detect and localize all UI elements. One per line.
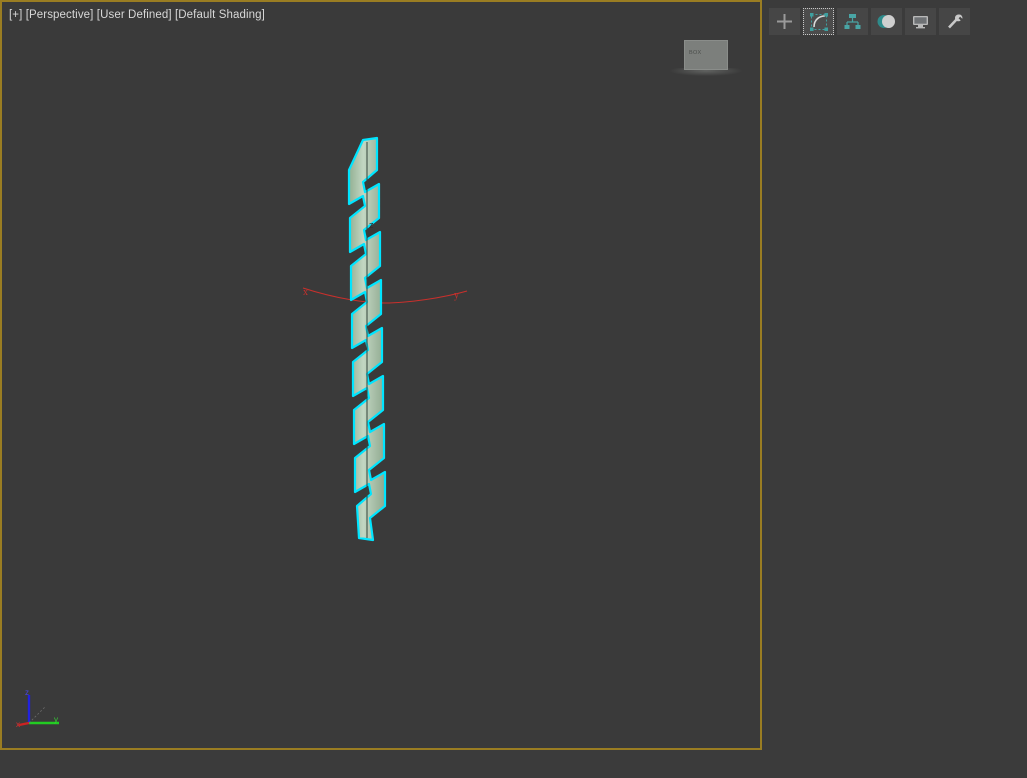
display-monitor-icon	[913, 16, 928, 29]
box-object-face: BOX	[684, 40, 728, 70]
create-tab[interactable]	[768, 7, 801, 36]
viewport-label[interactable]: [+] [Perspective] [User Defined] [Defaul…	[9, 9, 265, 21]
motion-tab[interactable]	[870, 7, 903, 36]
svg-text:z: z	[25, 688, 29, 697]
hierarchy-tab[interactable]	[836, 7, 869, 36]
world-axis-tripod: z y x	[16, 688, 59, 729]
viewport-axis-y-label: y	[454, 290, 459, 301]
deformed-plane-mesh[interactable]: z	[343, 136, 395, 546]
box-object[interactable]: BOX	[670, 40, 742, 78]
modify-bend-icon	[809, 12, 828, 31]
svg-text:x: x	[16, 720, 20, 729]
plus-icon	[777, 14, 792, 29]
command-panel-tabs	[768, 6, 1024, 37]
hierarchy-icon	[844, 14, 861, 29]
display-tab[interactable]	[904, 7, 937, 36]
motion-circle-icon	[877, 15, 895, 28]
active-viewport[interactable]: [+] [Perspective] [User Defined] [Defaul…	[0, 0, 762, 750]
svg-text:z: z	[369, 220, 374, 230]
command-panel: Plane002 Modifier List Poly Select Edit …	[765, 0, 1027, 778]
utilities-tab[interactable]	[938, 7, 971, 36]
perspective-viewport[interactable]: [+] [Perspective] [User Defined] [Defaul…	[2, 2, 760, 748]
svg-text:y: y	[54, 715, 58, 724]
modify-tab[interactable]	[802, 7, 835, 36]
max-window: [+] [Perspective] [User Defined] [Defaul…	[0, 0, 1027, 778]
wrench-icon	[948, 14, 963, 29]
viewport-axis-x-label: x	[303, 287, 308, 298]
box-object-label: BOX	[689, 50, 702, 56]
